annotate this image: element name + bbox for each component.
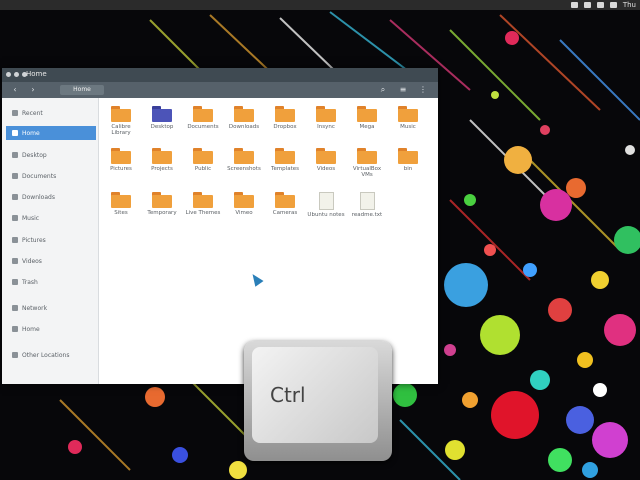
folder-icon	[111, 148, 131, 164]
download-icon	[12, 194, 18, 200]
path-bar-home[interactable]: Home	[60, 85, 104, 95]
keycap-face: Ctrl	[252, 347, 378, 443]
volume-icon[interactable]	[583, 2, 591, 8]
folder-icon	[234, 192, 254, 208]
sidebar-item-videos[interactable]: Videos	[6, 254, 96, 268]
folder-icon	[193, 192, 213, 208]
plus-icon	[12, 352, 18, 358]
folder-icon	[357, 148, 377, 164]
clock-icon	[12, 110, 18, 116]
key-label: Ctrl	[270, 383, 306, 407]
list-view-icon[interactable]: ≡	[398, 85, 408, 95]
file-item[interactable]: Screenshots	[224, 148, 264, 172]
picture-icon	[12, 237, 18, 243]
folder-icon	[316, 106, 336, 122]
folder-icon	[398, 106, 418, 122]
menu-icon[interactable]: ⋮	[418, 85, 428, 95]
folder-icon	[357, 106, 377, 122]
file-manager-window: Home ‹ › Home ⌕ ≡ ⋮ Recent Home Desktop …	[2, 68, 438, 384]
folder-icon	[152, 106, 172, 122]
sidebar-item-trash[interactable]: Trash	[6, 275, 96, 289]
sidebar-item-recent[interactable]: Recent	[6, 106, 96, 120]
power-icon[interactable]	[609, 2, 617, 8]
file-item[interactable]: Vimeo	[224, 192, 264, 216]
folder-icon	[152, 192, 172, 208]
file-item[interactable]: Sites	[101, 192, 141, 216]
file-item[interactable]: Dropbox	[265, 106, 305, 130]
window-controls	[6, 72, 27, 77]
minimize-icon[interactable]	[14, 72, 19, 77]
file-item[interactable]: Insync	[306, 106, 346, 130]
drive-icon	[12, 326, 18, 332]
folder-icon	[275, 106, 295, 122]
network-icon	[12, 305, 18, 311]
back-button[interactable]: ‹	[8, 85, 22, 95]
folder-icon	[316, 148, 336, 164]
sidebar-item-network[interactable]: Network	[6, 301, 96, 315]
file-item[interactable]: Music	[388, 106, 428, 130]
clock[interactable]: Thu	[623, 0, 636, 10]
document-icon	[12, 173, 18, 179]
file-item[interactable]: readme.txt	[347, 192, 387, 218]
file-item[interactable]: VirtualBox VMs	[347, 148, 387, 178]
text-file-icon	[318, 192, 334, 210]
file-item[interactable]: Videos	[306, 148, 346, 172]
music-icon	[12, 215, 18, 221]
folder-icon	[193, 148, 213, 164]
file-item[interactable]: Mega	[347, 106, 387, 130]
sidebar-item-desktop[interactable]: Desktop	[6, 148, 96, 162]
file-item[interactable]: Public	[183, 148, 223, 172]
folder-icon	[275, 148, 295, 164]
file-item[interactable]: Documents	[183, 106, 223, 130]
text-file-icon	[359, 192, 375, 210]
home-icon	[12, 130, 18, 136]
close-icon[interactable]	[6, 72, 11, 77]
file-item[interactable]: Desktop	[142, 106, 182, 130]
places-sidebar: Recent Home Desktop Documents Downloads …	[2, 98, 99, 384]
file-item[interactable]: Templates	[265, 148, 305, 172]
sidebar-item-home[interactable]: Home	[6, 126, 96, 140]
desktop-icon	[12, 152, 18, 158]
file-item[interactable]: Pictures	[101, 148, 141, 172]
folder-icon	[234, 148, 254, 164]
window-toolbar: ‹ › Home ⌕ ≡ ⋮	[2, 82, 438, 98]
sidebar-item-drive[interactable]: Home	[6, 322, 96, 336]
folder-icon	[111, 106, 131, 122]
forward-button[interactable]: ›	[26, 85, 40, 95]
sidebar-item-music[interactable]: Music	[6, 211, 96, 225]
sidebar-item-downloads[interactable]: Downloads	[6, 190, 96, 204]
folder-icon	[234, 106, 254, 122]
file-item[interactable]: Cameras	[265, 192, 305, 216]
folder-icon	[152, 148, 172, 164]
folder-icon	[193, 106, 213, 122]
sidebar-item-documents[interactable]: Documents	[6, 169, 96, 183]
file-item[interactable]: Calibre Library	[101, 106, 141, 136]
sidebar-item-other-locations[interactable]: Other Locations	[6, 348, 96, 362]
file-item[interactable]: Ubuntu notes	[306, 192, 346, 218]
video-icon	[12, 258, 18, 264]
folder-icon	[398, 148, 418, 164]
folder-icon	[275, 192, 295, 208]
file-item[interactable]: Projects	[142, 148, 182, 172]
system-tray: Thu	[570, 0, 640, 10]
search-icon[interactable]: ⌕	[378, 85, 388, 95]
file-item[interactable]: Temporary	[142, 192, 182, 216]
sidebar-item-pictures[interactable]: Pictures	[6, 233, 96, 247]
ctrl-key-overlay: Ctrl	[244, 341, 392, 461]
window-title: Home	[26, 70, 47, 78]
file-item[interactable]: Live Themes	[183, 192, 223, 216]
window-titlebar[interactable]: Home	[2, 68, 438, 82]
battery-icon[interactable]	[596, 2, 604, 8]
folder-icon	[111, 192, 131, 208]
top-panel: Thu	[0, 0, 640, 10]
file-item[interactable]: Downloads	[224, 106, 264, 130]
file-item[interactable]: bin	[388, 148, 428, 172]
trash-icon	[12, 279, 18, 285]
network-icon[interactable]	[570, 2, 578, 8]
